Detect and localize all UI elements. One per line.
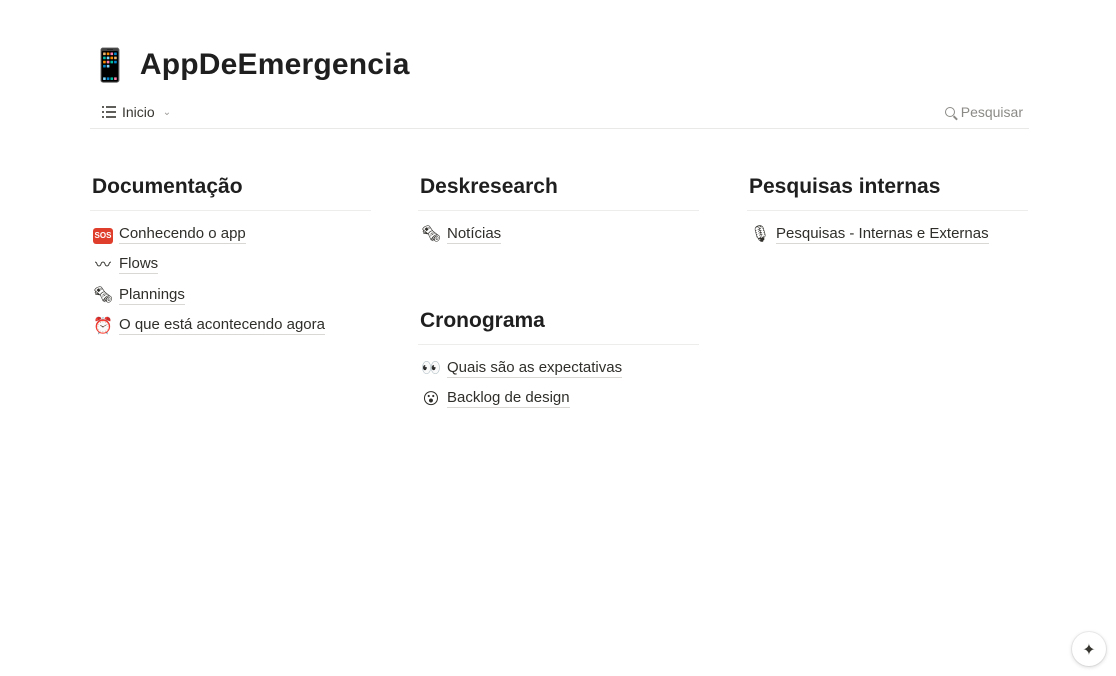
sos-icon: SOS	[92, 225, 114, 244]
list-item-label: Conhecendo o app	[119, 224, 246, 244]
section-divider	[418, 344, 699, 345]
chevron-down-icon: ⌄	[162, 106, 172, 118]
sparkle-icon: ✦	[1082, 639, 1096, 659]
section-divider	[418, 210, 699, 211]
list-icon	[102, 106, 116, 118]
list-item-label: Flows	[119, 255, 159, 275]
face-icon: 😮	[422, 388, 440, 408]
section-title: Cronograma	[420, 309, 545, 332]
page-header: 📱 AppDeEmergencia	[90, 44, 410, 86]
list-item-quais-sao-as-expectativas[interactable]: 👀 Quais são as expectativas	[418, 353, 699, 384]
view-tab-inicio[interactable]: Inicio ⌄	[102, 104, 171, 120]
section-pesquisas-internas: Pesquisas internas 🎙 Pesquisas - Interna…	[747, 172, 1028, 250]
view-tab-label: Inicio	[122, 104, 155, 120]
eyes-icon: 👀	[421, 358, 441, 378]
list-item-label: Notícias	[447, 224, 502, 244]
ai-assistant-button[interactable]: ✦	[1072, 632, 1106, 666]
mobile-phone-icon[interactable]: 📱	[90, 49, 130, 81]
list-item-pesquisas-internas-e-externas[interactable]: 🎙 Pesquisas - Internas e Externas	[747, 219, 1028, 250]
alarm-clock-icon: ⏰	[93, 315, 113, 335]
list-item-flows[interactable]: 〰 Flows	[90, 250, 371, 281]
microphone-icon: 🎙	[749, 224, 771, 244]
list-item-plannings[interactable]: 🗞 Plannings	[90, 280, 371, 311]
list-item-conhecendo-o-app[interactable]: SOS Conhecendo o app	[90, 219, 371, 250]
list-item-label: Plannings	[119, 285, 185, 305]
view-bar: Inicio ⌄ Pesquisar	[90, 96, 1029, 129]
newspaper-icon: 🗞	[420, 224, 442, 244]
list-item-label: Pesquisas - Internas e Externas	[776, 224, 989, 244]
list-item-noticias[interactable]: 🗞 Notícias	[418, 219, 699, 250]
list-item-backlog-de-design[interactable]: 😮 Backlog de design	[418, 384, 699, 415]
list-item-label: O que está acontecendo agora	[119, 316, 325, 336]
section-title: Documentação	[92, 175, 243, 198]
search-label: Pesquisar	[960, 104, 1023, 120]
section-title: Deskresearch	[420, 175, 558, 198]
list-item-o-que-esta-acontecendo-agora[interactable]: ⏰ O que está acontecendo agora	[90, 311, 371, 342]
newspaper-icon: 🗞	[92, 285, 114, 305]
search-icon	[944, 107, 955, 117]
wavy-line-icon: 〰	[94, 254, 111, 274]
search-button[interactable]: Pesquisar	[944, 104, 1023, 120]
page-title[interactable]: AppDeEmergencia	[140, 48, 410, 82]
section-title: Pesquisas internas	[749, 175, 941, 198]
list-item-label: Backlog de design	[447, 389, 570, 409]
section-cronograma: Cronograma 👀 Quais são as expectativas 😮…	[418, 306, 699, 414]
list-item-label: Quais são as expectativas	[447, 358, 623, 378]
section-deskresearch: Deskresearch 🗞 Notícias	[418, 172, 699, 250]
section-documentacao: Documentação SOS Conhecendo o app 〰 Flow…	[90, 172, 371, 341]
section-divider	[90, 210, 371, 211]
section-divider	[747, 210, 1028, 211]
